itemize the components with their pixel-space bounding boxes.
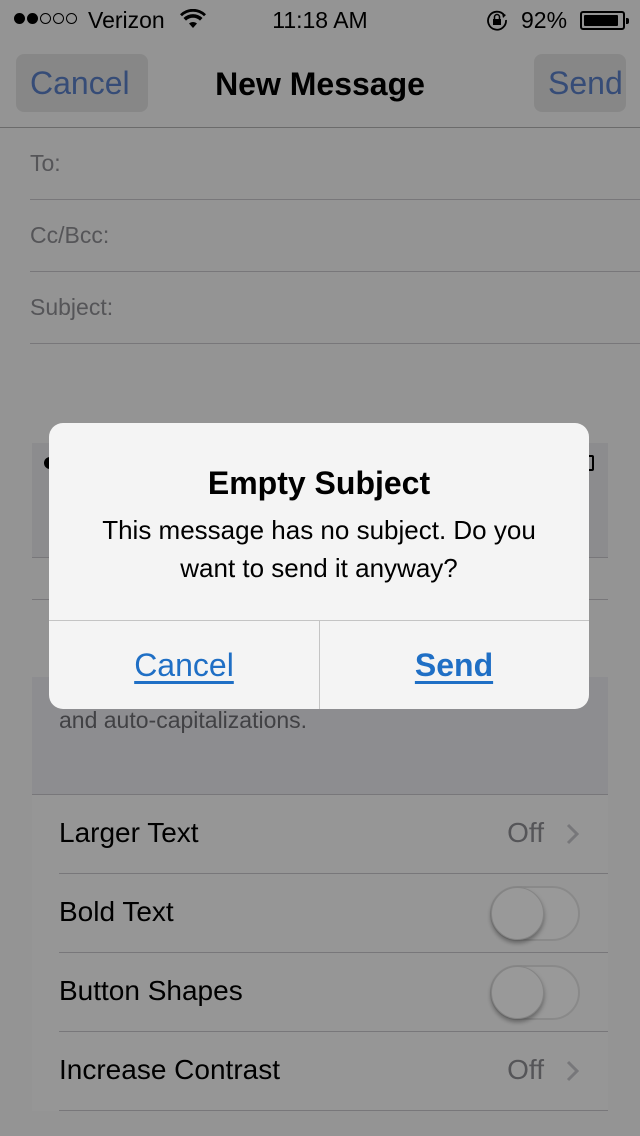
- alert-title: Empty Subject: [207, 465, 431, 501]
- alert-send-button[interactable]: Send: [319, 621, 589, 709]
- alert-message: This message has no subject. Do you want…: [102, 515, 536, 583]
- empty-subject-alert: Empty Subject This message has no subjec…: [49, 423, 589, 709]
- alert-cancel-button[interactable]: Cancel: [49, 621, 319, 709]
